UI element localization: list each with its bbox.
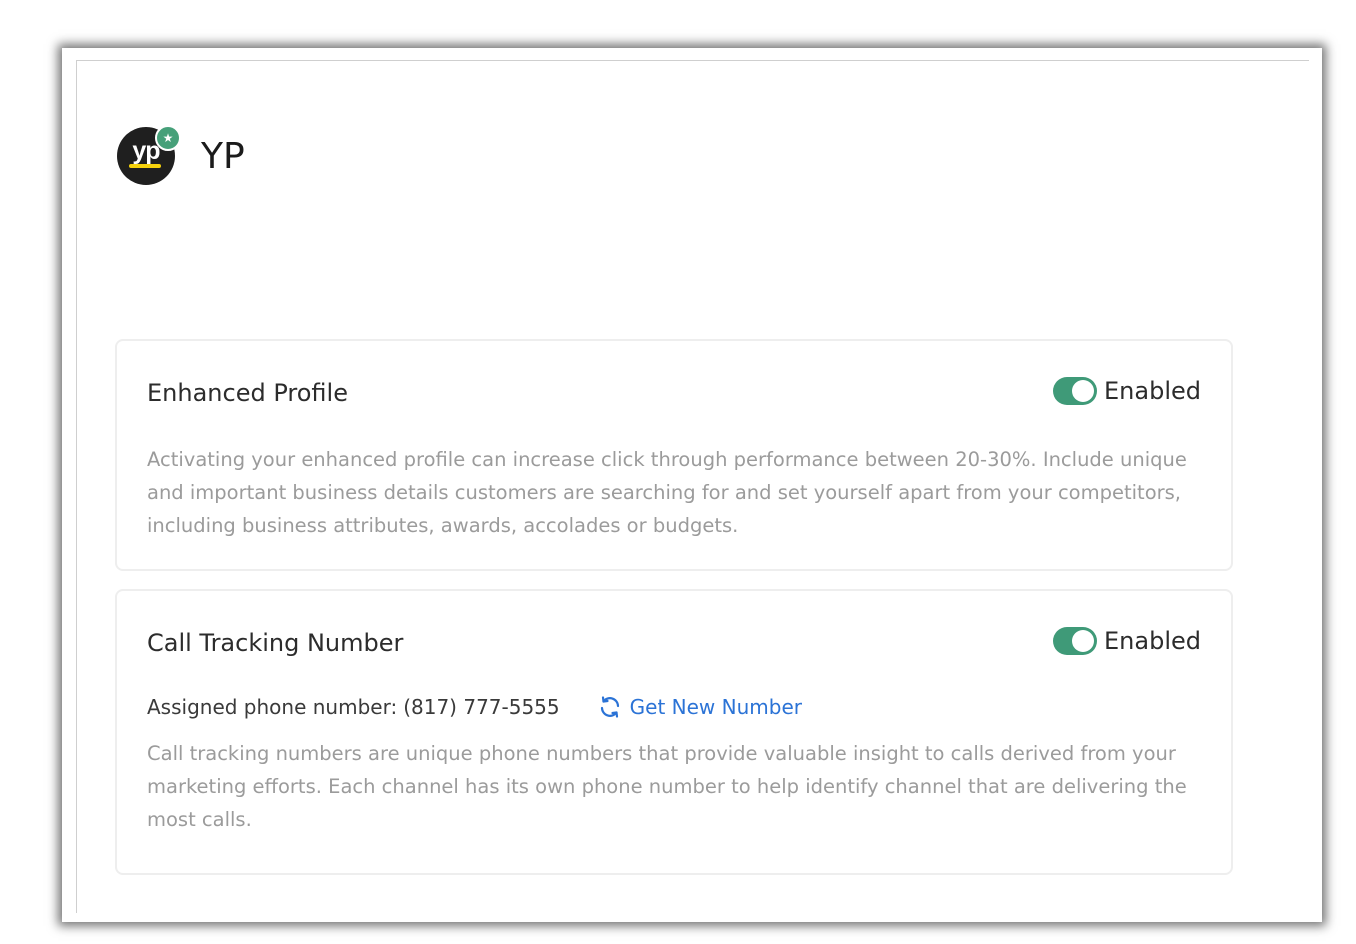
header: yp ★ YP: [117, 125, 245, 185]
enhanced-profile-card: Enhanced Profile Enabled Activating your…: [115, 339, 1233, 571]
assigned-phone-row: Assigned phone number: (817) 777-5555 Ge…: [147, 695, 802, 719]
call-tracking-description: Call tracking numbers are unique phone n…: [147, 742, 1187, 831]
assigned-phone-number: (817) 777-5555: [403, 695, 560, 719]
enhanced-profile-toggle[interactable]: [1053, 377, 1098, 405]
toggle-knob: [1072, 380, 1095, 402]
enhanced-profile-toggle-wrap: Enabled: [1053, 377, 1201, 405]
yp-settings-panel: yp ★ YP Enhanced Profile Enabled Activat…: [76, 60, 1309, 913]
page-title: YP: [201, 135, 245, 177]
enhanced-profile-description: Activating your enhanced profile can inc…: [147, 448, 1187, 537]
logo-underline: [129, 164, 161, 168]
call-tracking-title: Call Tracking Number: [147, 629, 404, 657]
yp-logo: yp ★: [117, 125, 181, 185]
refresh-icon: [600, 696, 619, 718]
toggle-knob: [1072, 630, 1095, 652]
call-tracking-card: Call Tracking Number Enabled Assigned ph…: [115, 589, 1233, 875]
call-tracking-toggle-wrap: Enabled: [1053, 627, 1201, 655]
assigned-phone-label: Assigned phone number:: [147, 695, 398, 719]
get-new-number-button[interactable]: Get New Number: [598, 695, 802, 719]
enhanced-profile-toggle-label: Enabled: [1104, 377, 1201, 405]
get-new-number-label[interactable]: Get New Number: [630, 695, 802, 719]
star-icon: ★: [155, 125, 181, 151]
enhanced-profile-title: Enhanced Profile: [147, 379, 348, 407]
call-tracking-toggle[interactable]: [1053, 627, 1098, 655]
call-tracking-toggle-label: Enabled: [1104, 627, 1201, 655]
